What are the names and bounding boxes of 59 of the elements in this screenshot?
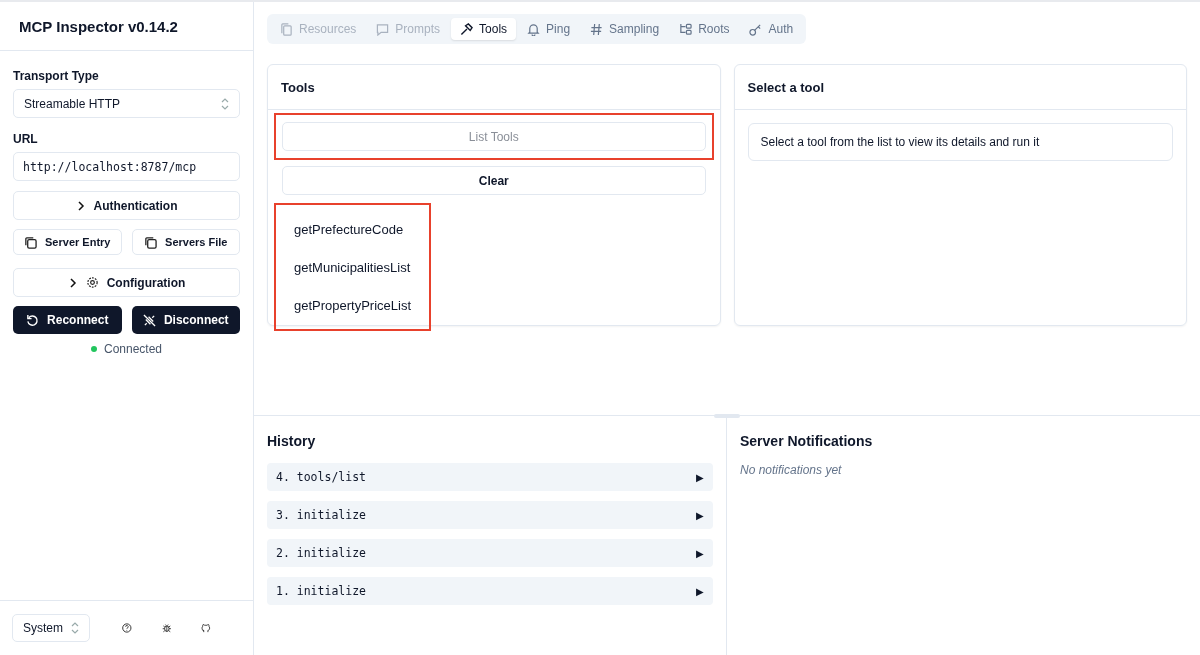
rotate-icon: [26, 313, 40, 327]
history-entry[interactable]: 4. tools/list ▶: [267, 463, 713, 491]
clear-button[interactable]: Clear: [282, 166, 706, 195]
field-label: Transport Type: [13, 69, 100, 83]
history-entry[interactable]: 3. initialize ▶: [267, 501, 713, 529]
hammer-icon: [460, 22, 474, 36]
gear-icon: [85, 276, 99, 289]
copy-icon: [144, 235, 158, 249]
bell-icon: [527, 22, 541, 36]
tab[interactable]: Ping: [518, 18, 580, 40]
info-message: Select a tool from the list to view its details and run it: [747, 123, 1173, 161]
field-label: URL: [13, 132, 39, 146]
history-entry[interactable]: 1. initialize ▶: [267, 577, 713, 605]
configuration-button[interactable]: Configuration: [13, 268, 240, 297]
chat-icon: [376, 22, 390, 36]
entry-label: 2. initialize: [276, 546, 366, 560]
github-icon[interactable]: [201, 621, 211, 635]
copy-button[interactable]: Servers File: [131, 229, 240, 255]
authentication-button[interactable]: Authentication: [13, 191, 240, 220]
chevron-icon: [75, 200, 86, 211]
status-text: Connected: [103, 342, 162, 356]
chevron-icon: [67, 277, 78, 288]
entry-label: 4. tools/list: [276, 470, 366, 484]
expand-toggle[interactable]: ▶: [696, 471, 704, 483]
hash-icon: [590, 22, 604, 36]
unplug-icon: [142, 313, 156, 327]
tab[interactable]: Sampling: [581, 18, 669, 40]
expand-toggle[interactable]: ▶: [696, 585, 704, 597]
chevron-updown-icon: [221, 97, 229, 110]
section-title: Server Notifications: [740, 433, 874, 449]
disconnect-button[interactable]: Disconnect: [131, 306, 240, 334]
card-title: Tools: [281, 79, 315, 95]
entry-label: 3. initialize: [276, 508, 366, 522]
expand-toggle[interactable]: ▶: [696, 509, 704, 521]
section-title: History: [267, 433, 317, 449]
tab[interactable]: Auth: [740, 18, 803, 40]
expand-toggle[interactable]: ▶: [696, 547, 704, 559]
card-title: Select a tool: [747, 79, 825, 95]
copy-button[interactable]: Server Entry: [13, 229, 122, 255]
empty-message: No notifications yet: [740, 463, 843, 477]
bug-icon[interactable]: [161, 621, 172, 635]
app-title: MCP Inspector v0.14.2: [19, 17, 178, 35]
url-input[interactable]: http://localhost:8787/mcp: [13, 152, 240, 181]
tool-list-item[interactable]: getMunicipalitiesList: [280, 248, 426, 286]
copy-icon: [24, 235, 38, 249]
tool-list-item[interactable]: getPropertyPriceList: [280, 286, 426, 324]
help-icon[interactable]: [122, 621, 132, 635]
key-icon: [749, 22, 763, 36]
tab[interactable]: Tools: [451, 18, 517, 40]
theme-select[interactable]: System: [12, 614, 90, 642]
chevron-updown-icon: [71, 622, 79, 634]
tab[interactable]: Roots: [670, 18, 739, 40]
files-icon: [280, 22, 293, 36]
transport-select[interactable]: Streamable HTTP: [13, 89, 240, 118]
tool-list-item[interactable]: getPrefectureCode: [280, 210, 426, 248]
reconnect-button[interactable]: Reconnect: [13, 306, 122, 334]
history-entry[interactable]: 2. initialize ▶: [267, 539, 713, 567]
entry-label: 1. initialize: [276, 584, 366, 598]
folder-tree-icon: [679, 22, 693, 36]
